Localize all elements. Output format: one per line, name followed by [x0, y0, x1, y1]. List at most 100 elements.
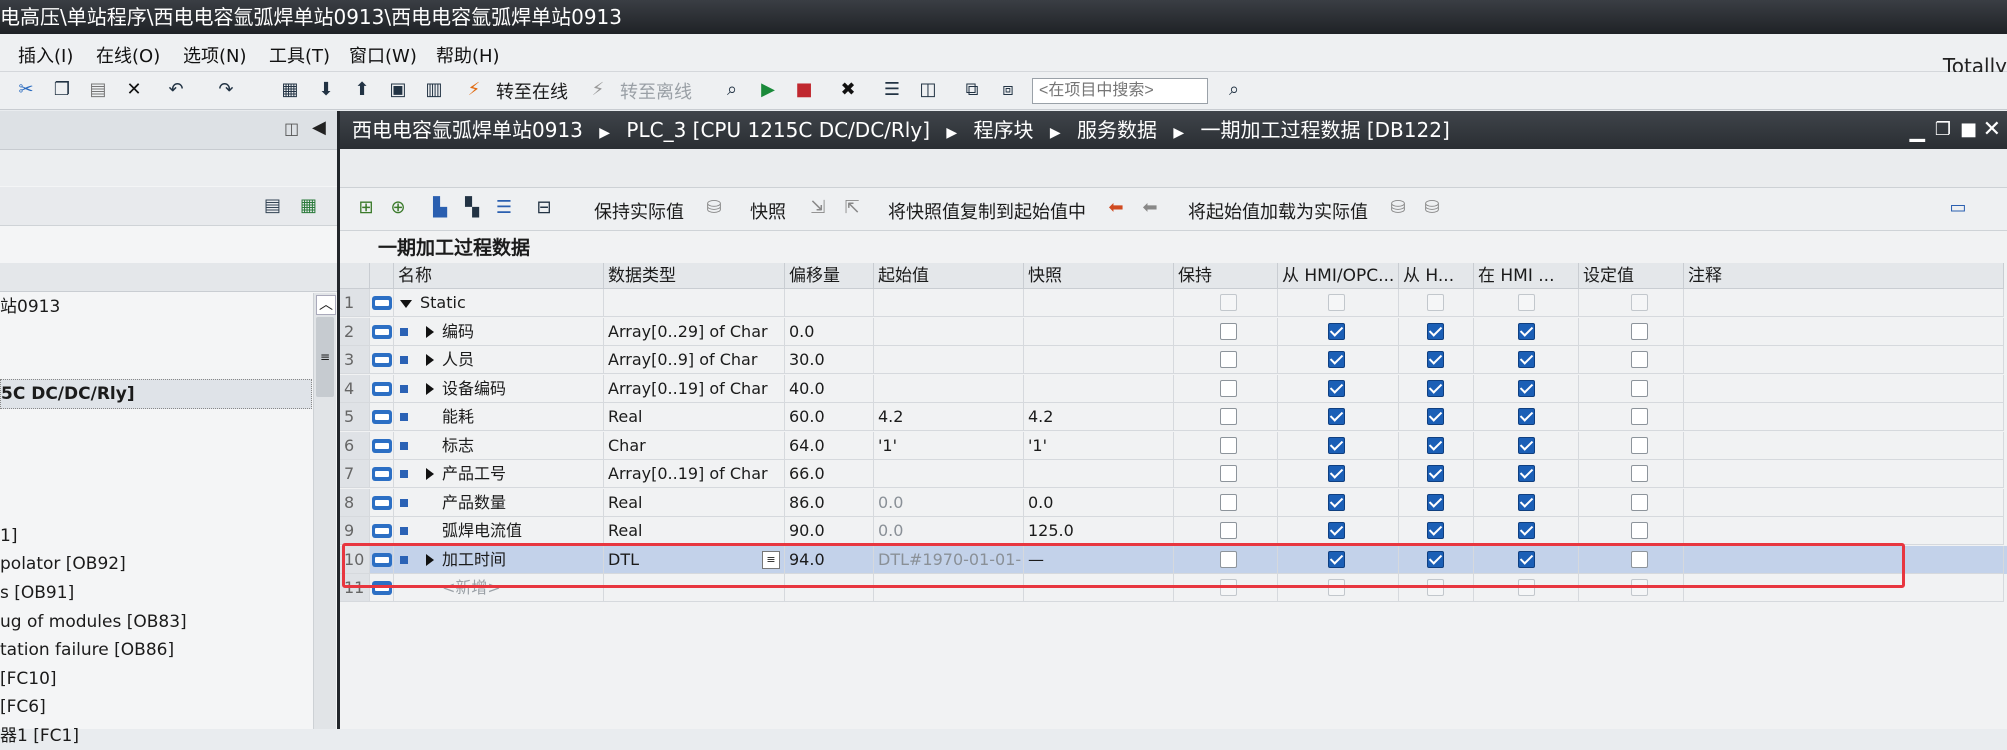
cell-hmi1[interactable]	[1278, 574, 1399, 602]
load-actual-icon[interactable]: ⛁	[1386, 196, 1410, 220]
collapse-all-icon[interactable]: ▚	[460, 196, 484, 220]
expand-arrow-icon[interactable]	[426, 325, 434, 338]
close-icon[interactable]: ✕	[1983, 111, 2001, 149]
table-row[interactable]: 4 设备编码 Array[0..19] of Char 40.0	[340, 374, 2007, 403]
cell-name[interactable]: 产品工号	[394, 460, 604, 488]
col-header-hmi-writable[interactable]: 从 H...	[1399, 263, 1474, 289]
cell-hmi3[interactable]	[1474, 317, 1579, 346]
snapshot-monitor-icon[interactable]: ⇲	[806, 196, 830, 220]
retain-checkbox[interactable]	[1220, 408, 1237, 425]
snapshot-button[interactable]: 快照	[750, 198, 786, 224]
cell-comment[interactable]	[1684, 574, 2004, 602]
table-row[interactable]: 1 Static	[340, 289, 2007, 317]
cell-snap[interactable]	[1024, 574, 1174, 602]
cell-comment[interactable]	[1684, 460, 2004, 488]
menu-tools[interactable]: 工具(T)	[269, 42, 330, 68]
retain-checkbox[interactable]	[1220, 379, 1237, 397]
table-row[interactable]: 3 人员 Array[0..9] of Char 30.0	[340, 346, 2007, 374]
table-view-icon[interactable]: ▤	[264, 195, 281, 216]
cell-hmi3[interactable]	[1474, 574, 1579, 602]
cell-setp[interactable]	[1579, 488, 1684, 517]
hmi3-checkbox[interactable]	[1518, 579, 1535, 596]
project-search-input[interactable]	[1032, 78, 1208, 104]
setp-checkbox[interactable]	[1631, 294, 1648, 311]
menu-options[interactable]: 选项(N)	[183, 42, 247, 68]
cell-offset[interactable]	[785, 574, 874, 602]
tag-name[interactable]: 能耗	[442, 403, 474, 430]
cell-hmi3[interactable]	[1474, 545, 1579, 574]
tree-item[interactable]	[0, 436, 310, 464]
cell-offset[interactable]: 40.0	[785, 374, 874, 403]
cell-retain[interactable]	[1174, 403, 1278, 431]
tag-name[interactable]: 编码	[442, 318, 474, 345]
col-header-retain[interactable]: 保持	[1174, 263, 1278, 289]
cell-type[interactable]: Array[0..29] of Char	[604, 317, 785, 346]
cell-type[interactable]: Real	[604, 517, 785, 545]
setp-checkbox[interactable]	[1631, 579, 1648, 596]
cell-start[interactable]: 0.0	[874, 517, 1024, 545]
tree-item[interactable]: tation failure [OB86]	[0, 636, 310, 664]
cell-start[interactable]: 4.2	[874, 403, 1024, 431]
expand-arrow-icon[interactable]	[426, 354, 434, 366]
copy-icon[interactable]: ❐	[50, 78, 74, 102]
hmi3-checkbox[interactable]	[1518, 322, 1535, 340]
cell-hmi2[interactable]	[1399, 431, 1474, 460]
cross-reference-icon[interactable]: ✖	[836, 78, 860, 102]
cell-comment[interactable]	[1684, 545, 2004, 574]
setp-checkbox[interactable]	[1631, 550, 1648, 568]
cell-offset[interactable]: 94.0	[785, 545, 874, 574]
cell-retain[interactable]	[1174, 317, 1278, 346]
retain-checkbox[interactable]	[1220, 579, 1237, 596]
hmi1-checkbox[interactable]	[1328, 436, 1345, 454]
col-header-setpoint[interactable]: 设定值	[1579, 263, 1684, 289]
tree-item[interactable]: 5C DC/DC/Rly]	[0, 378, 312, 409]
cell-snap[interactable]: 0.0	[1024, 488, 1174, 517]
hmi1-checkbox[interactable]	[1328, 322, 1345, 340]
cell-hmi3[interactable]	[1474, 289, 1579, 317]
split-vertical-icon[interactable]: ◫	[916, 78, 940, 102]
expand-all-icon[interactable]: ▙	[428, 196, 452, 220]
cell-type[interactable]: Real	[604, 488, 785, 517]
cell-name[interactable]: 标志	[394, 431, 604, 460]
cell-snap[interactable]	[1024, 317, 1174, 346]
breadcrumb-project[interactable]: 西电电容氩弧焊单站0913	[352, 118, 583, 142]
cell-snap[interactable]: 4.2	[1024, 403, 1174, 431]
collapse-panel-icon[interactable]: ◀	[312, 117, 326, 138]
cell-type[interactable]: Real	[604, 403, 785, 431]
cell-snap[interactable]: 125.0	[1024, 517, 1174, 545]
cell-retain[interactable]	[1174, 517, 1278, 545]
hmi2-checkbox[interactable]	[1427, 550, 1444, 568]
tree-item[interactable]	[0, 322, 310, 350]
tag-name[interactable]: 标志	[442, 432, 474, 459]
cell-name[interactable]: 弧焊电流值	[394, 517, 604, 545]
cell-hmi2[interactable]	[1399, 545, 1474, 574]
go-online-button[interactable]: 转至在线	[496, 78, 568, 104]
hmi2-checkbox[interactable]	[1427, 465, 1444, 482]
cell-setp[interactable]	[1579, 460, 1684, 488]
cell-hmi3[interactable]	[1474, 403, 1579, 431]
load-actual-all-icon[interactable]: ⛁	[1420, 196, 1444, 220]
cell-setp[interactable]	[1579, 289, 1684, 317]
retain-checkbox[interactable]	[1220, 522, 1237, 539]
cell-type[interactable]	[604, 574, 785, 602]
cell-snap[interactable]	[1024, 346, 1174, 374]
cell-hmi2[interactable]	[1399, 574, 1474, 602]
setp-checkbox[interactable]	[1631, 465, 1648, 482]
tree-item[interactable]: [FC6]	[0, 693, 310, 721]
cell-start[interactable]	[874, 289, 1024, 317]
hmi2-checkbox[interactable]	[1427, 294, 1444, 311]
cell-comment[interactable]	[1684, 374, 2004, 403]
setp-checkbox[interactable]	[1631, 351, 1648, 368]
keep-actual-values-button[interactable]: 保持实际值	[594, 198, 684, 224]
setp-checkbox[interactable]	[1631, 436, 1648, 454]
cell-retain[interactable]	[1174, 289, 1278, 317]
collapse-arrow-icon[interactable]	[400, 300, 412, 308]
hmi2-checkbox[interactable]	[1427, 351, 1444, 368]
cell-start[interactable]	[874, 346, 1024, 374]
cell-hmi1[interactable]	[1278, 545, 1399, 574]
cell-hmi3[interactable]	[1474, 460, 1579, 488]
cell-name[interactable]: <新增>	[394, 574, 604, 602]
paste-icon[interactable]: ▤	[86, 78, 110, 102]
copy-snapshot-button[interactable]: 将快照值复制到起始值中	[888, 198, 1086, 224]
cell-start[interactable]: DTL#1970-01-01-	[874, 545, 1024, 574]
